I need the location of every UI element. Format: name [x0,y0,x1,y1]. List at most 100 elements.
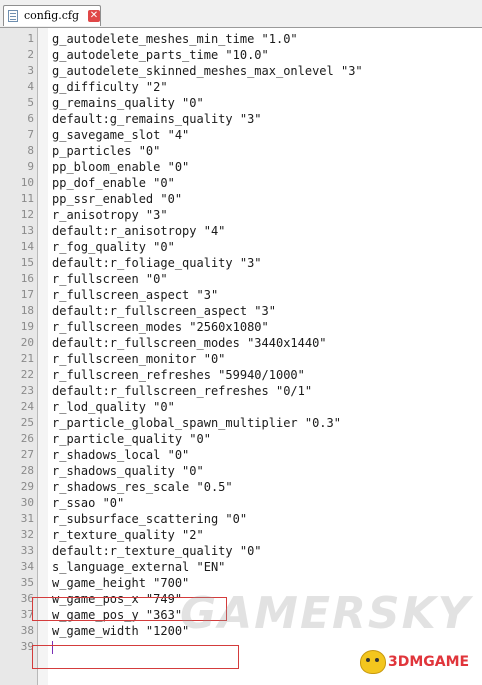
code-line[interactable]: 17 r_fullscreen_aspect "3" [0,287,482,303]
line-number: 13 [20,224,34,237]
line-text: w_game_height "700" [52,576,190,590]
line-number: 28 [20,464,34,477]
line-number: 12 [20,208,34,221]
code-line[interactable]: 27 r_shadows_local "0" [0,447,482,463]
code-line[interactable]: 16 r_fullscreen "0" [0,271,482,287]
code-line[interactable]: 33 default:r_texture_quality "0" [0,543,482,559]
line-text: r_fog_quality "0" [52,240,175,254]
code-line[interactable]: 6 default:g_remains_quality "3" [0,111,482,127]
line-number: 33 [20,544,34,557]
code-line[interactable]: 19 r_fullscreen_modes "2560x1080" [0,319,482,335]
code-line[interactable]: 8 p_particles "0" [0,143,482,159]
line-text: w_game_pos_x "749" [52,592,183,606]
line-text: r_fullscreen_monitor "0" [52,352,226,366]
code-line[interactable]: 22 r_fullscreen_refreshes "59940/1000" [0,367,482,383]
code-line[interactable]: 10 pp_dof_enable "0" [0,175,482,191]
line-text: g_autodelete_parts_time "10.0" [52,48,269,62]
file-icon [8,10,18,22]
code-line[interactable]: 5 g_remains_quality "0" [0,95,482,111]
line-text: default:r_anisotropy "4" [52,224,226,238]
code-line[interactable]: 34 s_language_external "EN" [0,559,482,575]
line-number: 36 [20,592,34,605]
code-line[interactable]: 2 g_autodelete_parts_time "10.0" [0,47,482,63]
line-number: 27 [20,448,34,461]
code-line[interactable]: 4 g_difficulty "2" [0,79,482,95]
code-line[interactable]: 23 default:r_fullscreen_refreshes "0/1" [0,383,482,399]
line-number: 19 [20,320,34,333]
code-line[interactable]: 13 default:r_anisotropy "4" [0,223,482,239]
line-text: default:r_fullscreen_modes "3440x1440" [52,336,327,350]
close-tab-icon[interactable]: ✕ [88,10,100,22]
tab-config-cfg[interactable]: config.cfg ✕ [3,5,101,26]
line-number: 1 [27,32,34,45]
line-text: r_particle_quality "0" [52,432,211,446]
text-caret [52,641,53,654]
line-text: p_particles "0" [52,144,161,158]
line-number: 39 [20,640,34,653]
line-text: pp_bloom_enable "0" [52,160,190,174]
code-line[interactable]: 28 r_shadows_quality "0" [0,463,482,479]
line-number: 2 [27,48,34,61]
line-number: 32 [20,528,34,541]
line-number: 22 [20,368,34,381]
line-number: 24 [20,400,34,413]
watermark: GAMERSKY [180,588,472,639]
code-line[interactable]: 30 r_ssao "0" [0,495,482,511]
line-text: w_game_pos_y "363" [52,608,183,622]
code-line[interactable]: 9 pp_bloom_enable "0" [0,159,482,175]
code-line[interactable]: 21 r_fullscreen_monitor "0" [0,351,482,367]
code-line[interactable]: 1 g_autodelete_meshes_min_time "1.0" [0,31,482,47]
line-number: 16 [20,272,34,285]
line-text: r_fullscreen "0" [52,272,168,286]
tab-bar: config.cfg ✕ [0,0,482,28]
line-text: r_fullscreen_modes "2560x1080" [52,320,269,334]
code-line[interactable]: 31 r_subsurface_scattering "0" [0,511,482,527]
code-line[interactable]: 20 default:r_fullscreen_modes "3440x1440" [0,335,482,351]
line-number: 5 [27,96,34,109]
line-text: g_autodelete_meshes_min_time "1.0" [52,32,298,46]
line-number: 17 [20,288,34,301]
code-line[interactable]: 11 pp_ssr_enabled "0" [0,191,482,207]
line-text: r_lod_quality "0" [52,400,175,414]
line-number: 25 [20,416,34,429]
code-line[interactable]: 32 r_texture_quality "2" [0,527,482,543]
line-text: default:r_fullscreen_refreshes "0/1" [52,384,313,398]
code-line[interactable]: 18 default:r_fullscreen_aspect "3" [0,303,482,319]
code-lines: 1 g_autodelete_meshes_min_time "1.0" 2 g_au… [0,31,482,655]
line-text: s_language_external "EN" [52,560,226,574]
line-number: 11 [20,192,34,205]
line-number: 29 [20,480,34,493]
line-number: 10 [20,176,34,189]
line-number: 14 [20,240,34,253]
line-text: r_shadows_quality "0" [52,464,204,478]
line-number: 20 [20,336,34,349]
line-text: r_particle_global_spawn_multiplier "0.3" [52,416,341,430]
mascot-icon [360,650,386,674]
code-line[interactable]: 26 r_particle_quality "0" [0,431,482,447]
code-line[interactable]: 15 default:r_foliage_quality "3" [0,255,482,271]
line-number: 34 [20,560,34,573]
line-text: r_shadows_res_scale "0.5" [52,480,233,494]
tab-label: config.cfg [24,9,80,22]
line-text: r_anisotropy "3" [52,208,168,222]
code-line[interactable]: 14 r_fog_quality "0" [0,239,482,255]
line-text: default:r_foliage_quality "3" [52,256,262,270]
line-text: r_shadows_local "0" [52,448,190,462]
text-editor[interactable]: 1 g_autodelete_meshes_min_time "1.0" 2 g_au… [0,28,482,685]
line-text: pp_dof_enable "0" [52,176,175,190]
line-number: 15 [20,256,34,269]
line-number: 7 [27,128,34,141]
line-text: w_game_width "1200" [52,624,190,638]
line-text: g_savegame_slot "4" [52,128,190,142]
code-line[interactable]: 7 g_savegame_slot "4" [0,127,482,143]
line-number: 18 [20,304,34,317]
code-line[interactable]: 29 r_shadows_res_scale "0.5" [0,479,482,495]
line-text: r_fullscreen_aspect "3" [52,288,219,302]
code-line[interactable]: 25 r_particle_global_spawn_multiplier "0.… [0,415,482,431]
line-text: r_subsurface_scattering "0" [52,512,248,526]
line-number: 8 [27,144,34,157]
code-line[interactable]: 3 g_autodelete_skinned_meshes_max_onlevel… [0,63,482,79]
line-text: g_difficulty "2" [52,80,168,94]
code-line[interactable]: 12 r_anisotropy "3" [0,207,482,223]
code-line[interactable]: 24 r_lod_quality "0" [0,399,482,415]
